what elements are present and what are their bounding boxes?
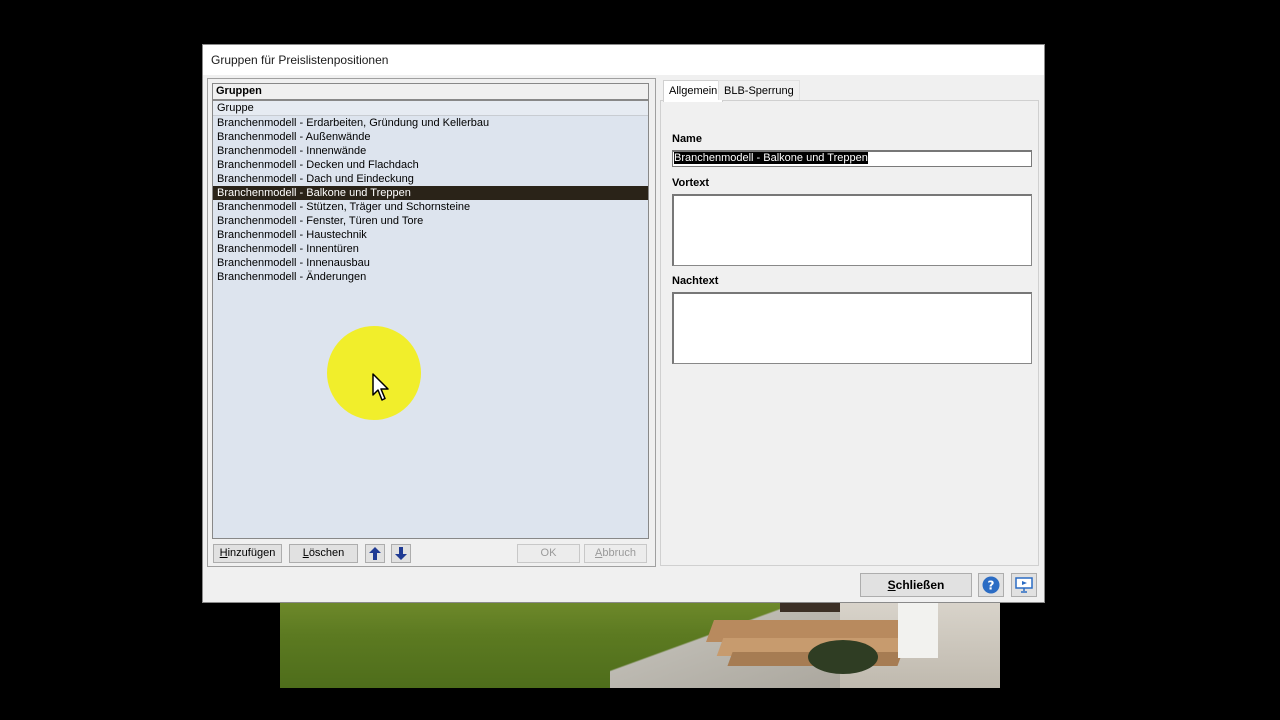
list-item[interactable]: Branchenmodell - Stützen, Träger und Sch… <box>213 200 648 214</box>
help-button[interactable]: ? <box>978 573 1004 597</box>
arrow-down-icon <box>395 547 407 560</box>
groups-dialog: Gruppen für Preislistenpositionen Gruppe… <box>202 44 1045 603</box>
groups-heading: Gruppen <box>212 83 649 99</box>
list-item[interactable]: Branchenmodell - Änderungen <box>213 270 648 284</box>
details-panel: Allgemein BLB-Sperrung Name Branchenmode… <box>660 80 1039 566</box>
presentation-button[interactable] <box>1011 573 1037 597</box>
groups-list[interactable]: Gruppe Branchenmodell - Erdarbeiten, Grü… <box>212 99 649 539</box>
name-label: Name <box>672 133 702 145</box>
move-down-button[interactable] <box>391 544 411 563</box>
vortext-field[interactable] <box>672 194 1032 266</box>
help-icon: ? <box>982 576 1000 594</box>
move-up-button[interactable] <box>365 544 385 563</box>
arrow-up-icon <box>369 547 381 560</box>
list-item[interactable]: Branchenmodell - Außenwände <box>213 130 648 144</box>
ok-button[interactable]: OK <box>517 544 580 563</box>
tab-blb-sperrung[interactable]: BLB-Sperrung <box>718 80 800 100</box>
svg-text:?: ? <box>988 579 995 593</box>
list-item[interactable]: Branchenmodell - Decken und Flachdach <box>213 158 648 172</box>
list-item[interactable]: Branchenmodell - Haustechnik <box>213 228 648 242</box>
list-item[interactable]: Branchenmodell - Fenster, Türen und Tore <box>213 214 648 228</box>
add-button[interactable]: Hinzufügen <box>213 544 282 563</box>
list-item[interactable]: Branchenmodell - Innenwände <box>213 144 648 158</box>
list-item[interactable]: Branchenmodell - Erdarbeiten, Gründung u… <box>213 116 648 130</box>
cancel-button[interactable]: Abbruch <box>584 544 647 563</box>
column-header-gruppe[interactable]: Gruppe <box>213 101 648 116</box>
list-item[interactable]: Branchenmodell - Innentüren <box>213 242 648 256</box>
nachtext-field[interactable] <box>672 292 1032 364</box>
list-item-selected[interactable]: Branchenmodell - Balkone und Treppen <box>213 186 648 200</box>
presentation-icon <box>1015 577 1033 593</box>
name-field[interactable]: Branchenmodell - Balkone und Treppen <box>672 150 1032 167</box>
nachtext-label: Nachtext <box>672 275 719 287</box>
tab-allgemein[interactable]: Allgemein <box>663 80 724 102</box>
vortext-label: Vortext <box>672 177 710 189</box>
close-button[interactable]: Schließen <box>860 573 972 597</box>
delete-button[interactable]: Löschen <box>289 544 358 563</box>
dialog-title: Gruppen für Preislistenpositionen <box>203 45 1044 75</box>
background-photo <box>280 600 1000 688</box>
name-value: Branchenmodell - Balkone und Treppen <box>674 152 868 164</box>
groups-panel: Gruppen Gruppe Branchenmodell - Erdarbei… <box>207 78 656 567</box>
list-item[interactable]: Branchenmodell - Innenausbau <box>213 256 648 270</box>
list-item[interactable]: Branchenmodell - Dach und Eindeckung <box>213 172 648 186</box>
mouse-cursor-icon <box>372 373 389 401</box>
